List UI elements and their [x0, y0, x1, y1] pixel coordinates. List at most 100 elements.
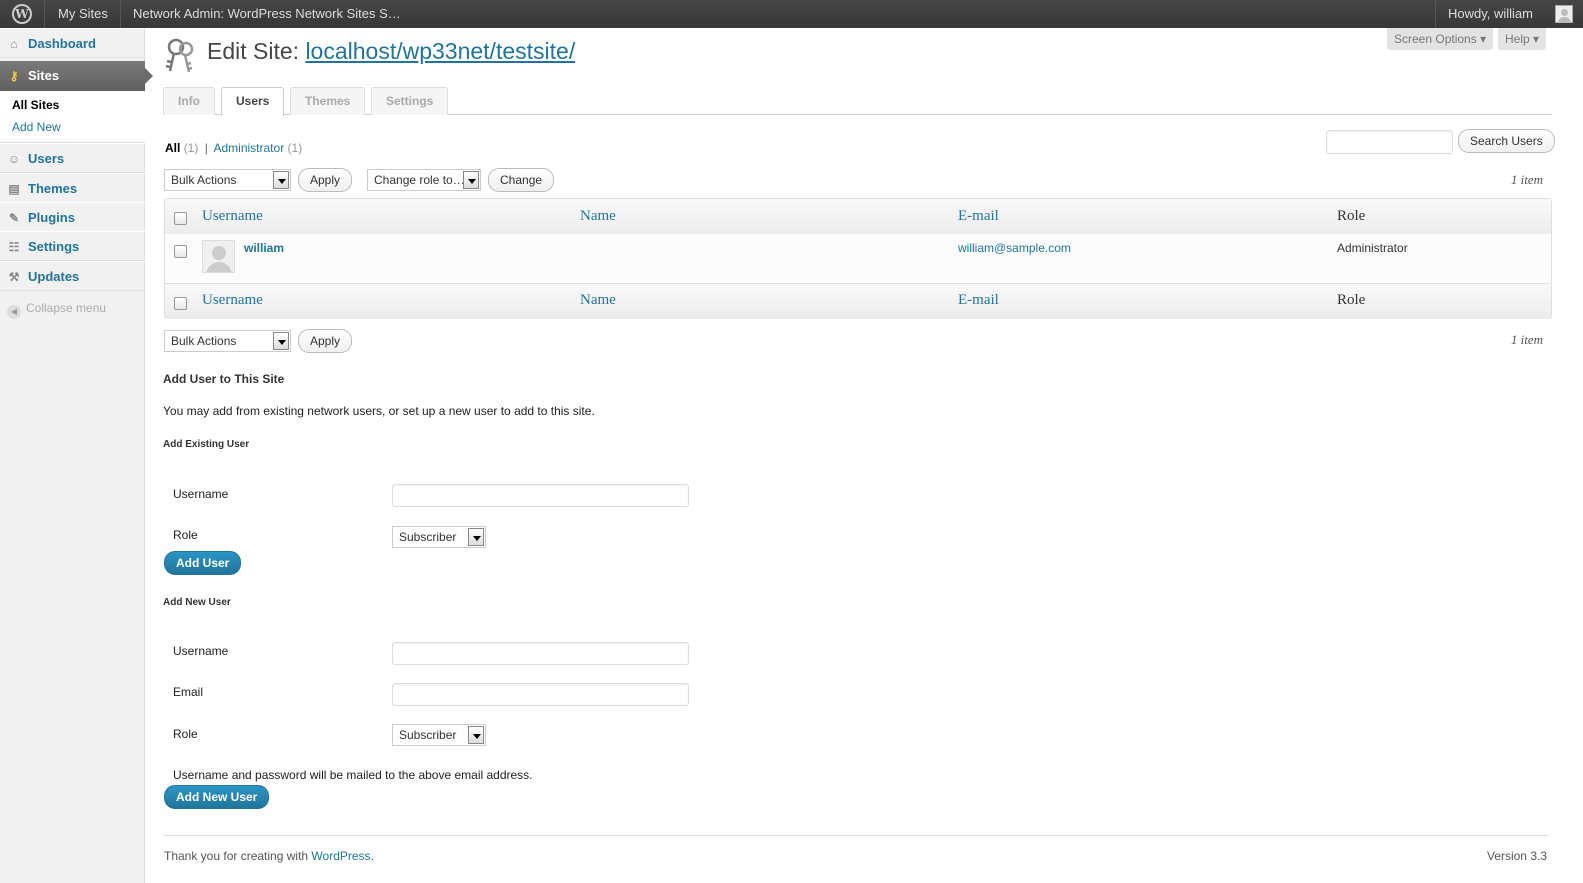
column-username[interactable]: Username [202, 208, 263, 225]
dropdown-arrow-icon [463, 171, 479, 189]
add-user-description: You may add from existing network users,… [163, 404, 595, 418]
menu-settings-label: Settings [28, 239, 80, 254]
row-username-link[interactable]: william [244, 241, 284, 255]
sites-key-icon: ⚷ [9, 69, 19, 83]
sites-keys-icon [165, 38, 194, 73]
page-title: Edit Site: localhost/wp33net/testsite/ [207, 38, 575, 65]
tab-settings[interactable]: Settings [371, 87, 449, 115]
user-avatar-icon[interactable] [1555, 5, 1573, 23]
submenu-all-sites[interactable]: All Sites [12, 98, 59, 112]
screen-options-button[interactable]: Screen Options ▾ [1387, 28, 1494, 50]
tab-users[interactable]: Users [221, 87, 285, 116]
plugins-icon: ✎ [8, 211, 20, 225]
new-role-label: Role [173, 727, 198, 741]
new-username-input[interactable] [392, 642, 689, 665]
chevron-down-icon: ▾ [1480, 32, 1487, 46]
new-role-select[interactable]: Subscriber [392, 724, 486, 746]
users-icon: ☺ [7, 152, 21, 166]
tab-info[interactable]: Info [163, 87, 215, 115]
dashboard-icon: ⌂ [10, 37, 18, 51]
filter-all-count: (1) [183, 141, 199, 155]
table-header: Username Name E-mail Role [165, 199, 1551, 234]
new-email-input[interactable] [392, 683, 689, 706]
wordpress-logo-icon[interactable]: W [12, 4, 32, 24]
menu-plugins[interactable]: ✎ Plugins [0, 202, 145, 232]
search-users-button[interactable]: Search Users [1458, 129, 1555, 153]
footer-version: Version 3.3 [1486, 849, 1547, 863]
avatar [202, 240, 235, 273]
admin-bar-divider [44, 0, 45, 28]
filter-administrator[interactable]: Administrator [214, 141, 285, 155]
help-button[interactable]: Help ▾ [1498, 28, 1547, 50]
my-sites-link[interactable]: My Sites [58, 0, 108, 28]
row-role: Administrator [1337, 241, 1408, 255]
apply-button-top[interactable]: Apply [298, 168, 353, 192]
new-username-label: Username [173, 644, 229, 658]
filter-administrator-count: (1) [287, 141, 303, 155]
footer-thanks-text: Thank you for creating with [164, 849, 309, 863]
search-users-input[interactable] [1326, 130, 1453, 154]
role-filter-links: All (1) | Administrator (1) [165, 141, 302, 155]
menu-dashboard-label: Dashboard [28, 36, 96, 51]
menu-settings[interactable]: ☷ Settings [0, 231, 145, 261]
select-all-checkbox-bottom[interactable] [174, 297, 187, 310]
chevron-down-icon: ▾ [1533, 32, 1540, 46]
column-name-footer[interactable]: Name [580, 292, 616, 309]
collapse-menu-label: Collapse menu [26, 301, 107, 315]
themes-icon: ▤ [8, 182, 20, 196]
column-username-footer[interactable]: Username [202, 292, 263, 309]
submenu-add-new[interactable]: Add New [12, 120, 61, 134]
existing-role-select[interactable]: Subscriber [392, 526, 486, 548]
add-user-heading: Add User to This Site [163, 372, 285, 386]
table-row: william william@sample.com Administrator [165, 234, 1551, 284]
column-role: Role [1337, 208, 1366, 224]
select-all-checkbox[interactable] [174, 212, 187, 225]
menu-users[interactable]: ☺ Users [0, 143, 145, 173]
sites-submenu: All Sites Add New [0, 91, 145, 143]
filter-all[interactable]: All [165, 141, 180, 155]
row-checkbox[interactable] [174, 245, 187, 258]
add-user-button[interactable]: Add User [164, 551, 242, 575]
admin-bar-divider [1435, 0, 1436, 28]
row-email-link[interactable]: william@sample.com [958, 241, 1071, 255]
screen-options-label: Screen Options [1394, 32, 1477, 46]
filter-separator: | [204, 141, 208, 155]
tab-themes[interactable]: Themes [290, 87, 366, 115]
collapse-menu-button[interactable]: ◀ Collapse menu [7, 301, 106, 319]
column-role-footer: Role [1337, 292, 1366, 308]
menu-updates[interactable]: ⚒ Updates [0, 261, 145, 291]
apply-button-bottom[interactable]: Apply [298, 329, 353, 353]
column-email[interactable]: E-mail [958, 208, 999, 225]
add-new-user-button[interactable]: Add New User [164, 785, 270, 809]
bulk-actions-value: Bulk Actions [171, 334, 237, 348]
add-new-user-heading: Add New User [163, 597, 231, 608]
new-email-label: Email [173, 685, 204, 699]
menu-sites[interactable]: ⚷ Sites [0, 61, 153, 91]
wordpress-footer-link[interactable]: WordPress [311, 849, 370, 863]
menu-users-label: Users [28, 151, 65, 166]
column-email-footer[interactable]: E-mail [958, 292, 999, 309]
menu-themes-label: Themes [28, 181, 78, 196]
change-role-select[interactable]: Change role to… [367, 169, 481, 191]
help-label: Help [1505, 32, 1530, 46]
menu-updates-label: Updates [28, 269, 80, 284]
dropdown-arrow-icon [468, 528, 484, 546]
existing-role-value: Subscriber [399, 530, 457, 544]
admin-bar-divider [120, 0, 121, 28]
bulk-actions-select-bottom[interactable]: Bulk Actions [164, 330, 291, 352]
menu-themes[interactable]: ▤ Themes [0, 173, 145, 203]
footer-divider [163, 835, 1548, 836]
admin-sidebar: ⌂ Dashboard ⚷ Sites All Sites Add New ☺ … [0, 28, 153, 883]
existing-role-label: Role [173, 528, 198, 542]
menu-sites-label: Sites [28, 68, 60, 83]
column-name[interactable]: Name [580, 208, 616, 225]
site-name-link[interactable]: Network Admin: WordPress Network Sites S… [133, 0, 401, 28]
site-url-link[interactable]: localhost/wp33net/testsite/ [305, 38, 575, 64]
users-table: Username Name E-mail Role william willia… [164, 198, 1552, 319]
bulk-actions-select-top[interactable]: Bulk Actions [164, 169, 291, 191]
add-existing-user-heading: Add Existing User [163, 439, 250, 450]
menu-dashboard[interactable]: ⌂ Dashboard [0, 28, 145, 58]
existing-username-input[interactable] [392, 484, 689, 507]
howdy-user-link[interactable]: Howdy, william [1448, 0, 1533, 28]
change-role-button[interactable]: Change [488, 168, 555, 192]
